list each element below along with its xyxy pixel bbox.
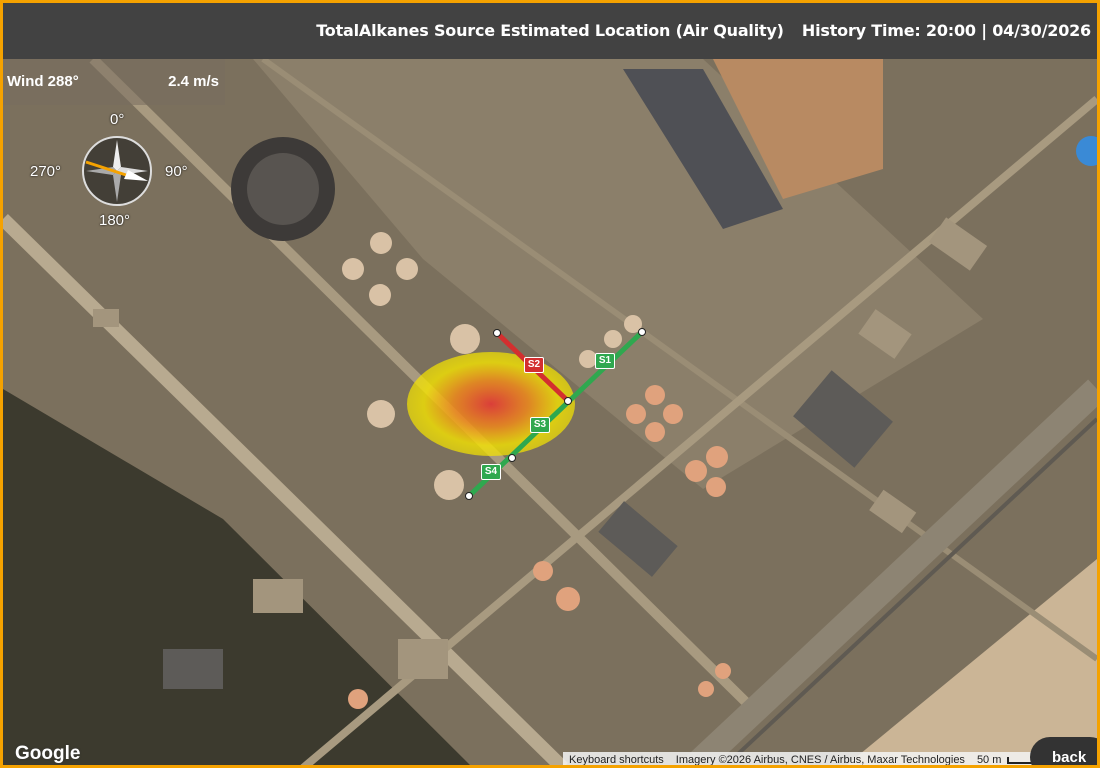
history-time: History Time: 20:00 | 04/30/2026 — [801, 21, 1091, 40]
google-logo: Google — [15, 743, 81, 764]
compass-east-label: 90° — [165, 163, 188, 180]
map-attribution: Keyboard shortcuts Imagery ©2026 Airbus,… — [563, 752, 1072, 766]
wind-direction: Wind 288° — [7, 73, 79, 90]
compass-west-label: 270° — [30, 163, 62, 180]
segment-label-s1[interactable]: S1 — [595, 353, 615, 369]
scale-label: 50 m — [976, 754, 1002, 766]
segment-vertex[interactable] — [465, 492, 473, 500]
wind-panel: Wind 288° 2.4 m/s — [3, 59, 225, 105]
keyboard-shortcuts-link[interactable]: Keyboard shortcuts — [563, 754, 670, 765]
segment-label-s3[interactable]: S3 — [530, 417, 550, 433]
header-bar: TotalAlkanes Source Estimated Location (… — [3, 3, 1097, 59]
segment-label-s2[interactable]: S2 — [524, 357, 544, 373]
pollution-plume — [407, 352, 575, 456]
back-button[interactable]: back — [1030, 737, 1097, 765]
segment-vertex[interactable] — [638, 328, 646, 336]
segment-vertex[interactable] — [564, 397, 572, 405]
wind-speed: 2.4 m/s — [168, 73, 219, 90]
compass-north-label: 0° — [110, 111, 125, 128]
compass-south-label: 180° — [99, 212, 131, 229]
wind-compass-icon — [82, 136, 152, 206]
app-frame: TotalAlkanes Source Estimated Location (… — [0, 0, 1100, 768]
segment-vertex[interactable] — [508, 454, 516, 462]
imagery-credit: Imagery ©2026 Airbus, CNES / Airbus, Max… — [675, 754, 965, 766]
segment-vertex[interactable] — [493, 329, 501, 337]
segment-label-s4[interactable]: S4 — [481, 464, 501, 480]
